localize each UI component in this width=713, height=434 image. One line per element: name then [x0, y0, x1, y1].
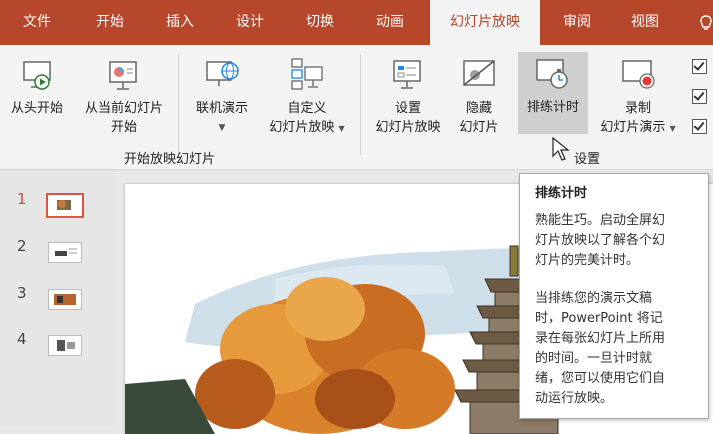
- tooltip-line: 动运行放映。: [535, 391, 614, 406]
- from-current-label-2: 开始: [110, 120, 137, 135]
- tooltip-line: 熟能生巧。启动全屏幻: [535, 213, 666, 228]
- tooltip-line: 灯片放映以了解各个幻: [535, 233, 666, 248]
- slide-thumbnail-2[interactable]: [48, 242, 82, 263]
- custom-slide-show-button[interactable]: 自定义 幻灯片放映 ▼: [261, 53, 353, 143]
- hide-slide-icon: [463, 60, 495, 86]
- globe-presentation-icon: [206, 61, 239, 86]
- hide-slide-label-2: 幻灯片: [459, 120, 499, 135]
- setup-show-label-1: 设置: [394, 101, 421, 116]
- thumbnail-number: 3: [17, 284, 27, 302]
- play-from-current-icon: [109, 61, 137, 90]
- thumbnail-image: [54, 294, 76, 305]
- tab-animations[interactable]: 动画: [376, 0, 404, 45]
- thumbnail-number: 2: [17, 237, 27, 255]
- thumbnail-image: [57, 340, 75, 351]
- tooltip-line: 时，PowerPoint 将记: [535, 311, 663, 326]
- tab-view[interactable]: 视图: [631, 0, 659, 45]
- custom-show-icon: [291, 58, 323, 90]
- tooltip-title: 排练计时: [535, 186, 588, 201]
- setup-show-icon: [393, 60, 421, 89]
- record-slide-show-button[interactable]: 录制 幻灯片演示 ▼: [590, 53, 686, 143]
- rehearse-timings-tooltip: 排练计时 熟能生巧。启动全屏幻 灯片放映以了解各个幻 灯片的完美计时。 当排练您…: [519, 173, 709, 419]
- play-from-start-icon: [23, 61, 51, 90]
- thumbnail-image: [55, 248, 77, 256]
- from-current-slide-button[interactable]: 从当前幻灯片 开始: [76, 53, 172, 143]
- tooltip-line: 录在每张幻灯片上所用: [535, 331, 666, 346]
- hide-slide-button[interactable]: 隐藏 幻灯片: [452, 53, 506, 143]
- slide-thumbnail-3[interactable]: [48, 289, 82, 310]
- record-label-1: 录制: [624, 101, 651, 116]
- option-checkbox-2[interactable]: [692, 89, 707, 104]
- custom-show-label-1: 自定义: [287, 101, 327, 116]
- tab-review[interactable]: 审阅: [563, 0, 591, 45]
- thumbnail-image: [57, 200, 71, 210]
- from-current-label-1: 从当前幻灯片: [84, 101, 163, 116]
- ribbon-tab-bar: 文件 开始 插入 设计 切换 动画 幻灯片放映 审阅 视图: [0, 0, 713, 45]
- from-beginning-button[interactable]: 从头开始: [4, 53, 70, 143]
- slide-thumbnail-pane: 1 2 3 4: [0, 170, 113, 426]
- tooltip-line: 灯片的完美计时。: [535, 253, 640, 268]
- slide-thumbnail-4[interactable]: [48, 335, 82, 356]
- thumbnail-number: 1: [17, 190, 27, 208]
- custom-show-label-2: 幻灯片放映 ▼: [269, 120, 345, 135]
- group-label-start-show: 开始放映幻灯片: [124, 152, 216, 167]
- online-present-button[interactable]: 联机演示 ▼: [186, 53, 258, 143]
- group-label-setup: 设置: [574, 152, 601, 167]
- option-checkbox-3[interactable]: [692, 119, 707, 134]
- dropdown-arrow-icon[interactable]: ▼: [186, 119, 258, 137]
- group-separator: [360, 55, 361, 155]
- tooltip-line: 的时间。一旦计时就: [535, 351, 653, 366]
- from-beginning-label: 从头开始: [10, 101, 63, 116]
- group-separator: [178, 55, 179, 155]
- mouse-cursor-icon: [552, 137, 570, 161]
- online-present-label: 联机演示: [195, 101, 248, 116]
- stopwatch-slide-icon: [536, 59, 568, 89]
- thumbnail-number: 4: [17, 330, 27, 348]
- tab-file[interactable]: 文件: [23, 0, 51, 45]
- tab-home[interactable]: 开始: [96, 0, 124, 45]
- record-label-2: 幻灯片演示 ▼: [600, 120, 676, 135]
- tooltip-line: 当排练您的演示文稿: [535, 291, 653, 306]
- tab-slide-show[interactable]: 幻灯片放映: [430, 0, 540, 45]
- record-icon: [622, 60, 655, 89]
- tab-design[interactable]: 设计: [236, 0, 264, 45]
- tooltip-line: 绪，您可以使用它们自: [535, 371, 666, 386]
- setup-show-label-2: 幻灯片放映: [375, 120, 441, 135]
- rehearse-timings-label: 排练计时: [526, 100, 579, 115]
- rehearse-timings-button[interactable]: 排练计时: [518, 52, 588, 134]
- option-checkbox-1[interactable]: [692, 59, 707, 74]
- hide-slide-label-1: 隐藏: [465, 101, 492, 116]
- setup-slide-show-button[interactable]: 设置 幻灯片放映: [366, 53, 450, 143]
- slide-thumbnail-1[interactable]: [46, 193, 84, 218]
- lightbulb-icon[interactable]: [700, 15, 712, 33]
- tab-transitions[interactable]: 切换: [306, 0, 334, 45]
- ribbon-panel: 从头开始 从当前幻灯片 开始 联机演示 ▼ 自定义 幻灯片放映 ▼ 开始放映幻灯…: [0, 45, 713, 170]
- tab-insert[interactable]: 插入: [166, 0, 194, 45]
